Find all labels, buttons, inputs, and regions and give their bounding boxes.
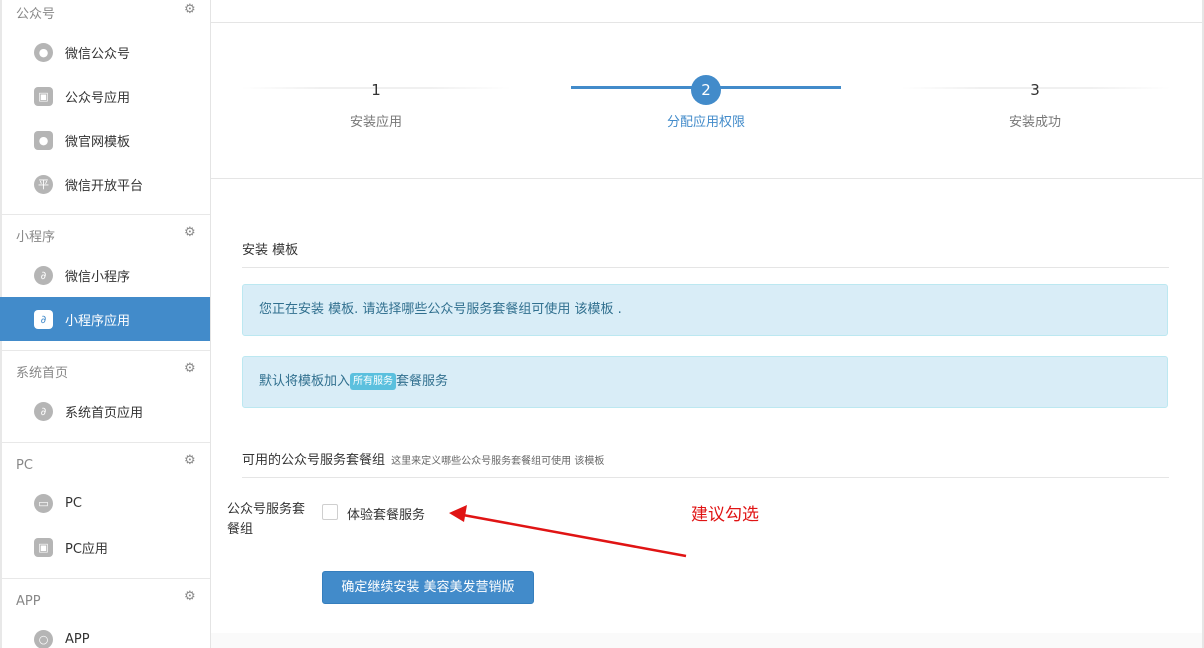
sidebar-item-label: 微官网模板 (65, 134, 131, 150)
sidebar-item-label: 系统首页应用 (65, 405, 144, 421)
annotation-arrow-line (462, 513, 687, 558)
sidebar-item-app[interactable]: ○ APP (0, 617, 210, 648)
sidebar-item-label: 小程序应用 (65, 313, 131, 329)
app-icon: ○ (34, 629, 53, 648)
sidebar-section-miniprogram: 小程序 ⚙ ∂ 微信小程序 ∂ 小程序应用 (0, 215, 210, 351)
sidebar-item-pc[interactable]: ▭ PC (0, 481, 210, 525)
sidebar-item-wechat-miniprogram[interactable]: ∂ 微信小程序 (0, 253, 210, 297)
sidebar-item-label: 公众号应用 (65, 90, 131, 106)
sidebar-item-open-platform[interactable]: 平 微信开放平台 (0, 162, 210, 206)
sidebar-item-label: APP (65, 631, 90, 647)
sidebar-section-title: 小程序 (16, 230, 56, 245)
sidebar-section-header: APP ⚙ (0, 587, 210, 617)
footer-area (211, 633, 1202, 648)
sidebar: 公众号 ⚙ ● 微信公众号 ▣ 公众号应用 ● 微官网模板 平 微信开放平台 小… (0, 0, 211, 648)
sidebar-item-microsite-templates[interactable]: ● 微官网模板 (0, 118, 210, 162)
sidebar-section-title: PC (16, 458, 33, 473)
main-panel: 1 安装应用 2 分配应用权限 3 安装成功 安装 模板 您正在安装 模板. 请… (211, 0, 1204, 648)
store-icon: ▣ (34, 86, 53, 106)
sidebar-item-official-apps[interactable]: ▣ 公众号应用 (0, 74, 210, 118)
sidebar-section-official: 公众号 ⚙ ● 微信公众号 ▣ 公众号应用 ● 微官网模板 平 微信开放平台 (0, 0, 210, 215)
sidebar-item-home-apps[interactable]: ∂ 系统首页应用 (0, 389, 210, 433)
sidebar-item-miniprogram-apps[interactable]: ∂ 小程序应用 (0, 297, 210, 341)
gear-icon[interactable]: ⚙ (184, 362, 196, 375)
sidebar-section-app: APP ⚙ ○ APP (0, 579, 210, 648)
gear-icon[interactable]: ⚙ (184, 3, 196, 16)
wechat-icon: ● (34, 130, 53, 150)
sidebar-section-header: 系统首页 ⚙ (0, 359, 210, 389)
sidebar-section-home: 系统首页 ⚙ ∂ 系统首页应用 (0, 351, 210, 443)
sidebar-section-pc: PC ⚙ ▭ PC ▣ PC应用 (0, 443, 210, 579)
sidebar-section-header: PC ⚙ (0, 451, 210, 481)
sidebar-item-wechat-official[interactable]: ● 微信公众号 (0, 30, 210, 74)
sidebar-section-header: 公众号 ⚙ (0, 0, 210, 30)
gear-icon[interactable]: ⚙ (184, 226, 196, 239)
gear-icon[interactable]: ⚙ (184, 454, 196, 467)
sidebar-item-label: PC (65, 495, 82, 511)
sidebar-item-label: 微信开放平台 (65, 178, 144, 194)
gear-icon[interactable]: ⚙ (184, 590, 196, 603)
annotation-arrow-head (449, 505, 467, 522)
miniprogram-icon: ∂ (34, 401, 53, 421)
sidebar-item-pc-apps[interactable]: ▣ PC应用 (0, 525, 210, 569)
wechat-icon: ● (34, 42, 53, 62)
sidebar-section-title: 系统首页 (16, 366, 69, 381)
monitor-icon: ▭ (34, 493, 53, 513)
store-icon: ▣ (34, 537, 53, 557)
sidebar-item-label: 微信小程序 (65, 269, 131, 285)
miniprogram-icon: ∂ (34, 265, 53, 285)
annotation-arrow (449, 505, 687, 558)
sidebar-section-title: 公众号 (16, 7, 56, 22)
sidebar-section-title: APP (16, 594, 41, 609)
sidebar-item-label: 微信公众号 (65, 46, 131, 62)
sidebar-section-header: 小程序 ⚙ (0, 223, 210, 253)
store-icon: ∂ (34, 309, 53, 329)
sidebar-item-label: PC应用 (65, 541, 108, 557)
platform-icon: 平 (34, 174, 53, 194)
